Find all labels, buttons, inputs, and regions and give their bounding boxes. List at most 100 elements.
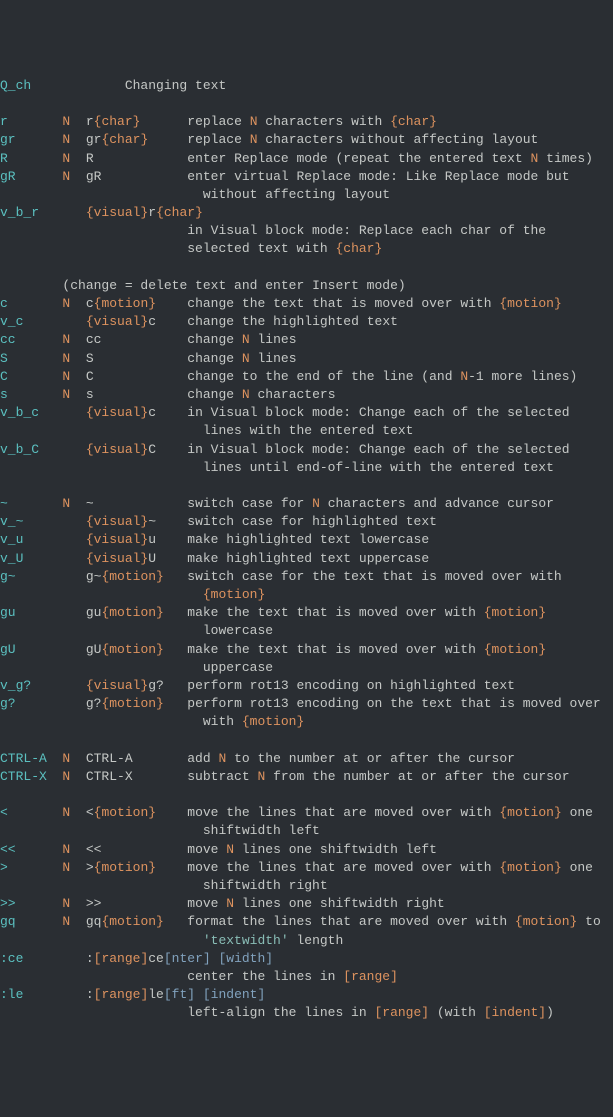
desc-text: lines one shiftwidth left xyxy=(234,842,437,857)
help-row: r N r{char} replace N characters with {c… xyxy=(0,113,613,131)
row-tag: v_b_r xyxy=(0,205,62,220)
help-row: >> N >> move N lines one shiftwidth righ… xyxy=(0,895,613,913)
row-count xyxy=(62,314,85,329)
cmd-text: gU xyxy=(86,642,102,657)
row-count xyxy=(62,678,85,693)
help-row: gr N gr{char} replace N characters witho… xyxy=(0,131,613,149)
desc-text: make highlighted text lowercase xyxy=(187,532,429,547)
cmd-text: >> xyxy=(86,896,102,911)
desc-text: with xyxy=(187,714,242,729)
cmd-text: {motion} xyxy=(94,860,156,875)
desc-text: move xyxy=(187,842,226,857)
desc-text: N xyxy=(242,351,250,366)
desc-text: N xyxy=(250,114,258,129)
cmd-text: {visual} xyxy=(86,514,148,529)
help-row: gq N gq{motion} format the lines that ar… xyxy=(0,913,613,931)
help-row: c N c{motion} change the text that is mo… xyxy=(0,295,613,313)
desc-text: lines one shiftwidth right xyxy=(234,896,445,911)
help-row: with {motion} xyxy=(0,713,613,731)
desc-text: lines until end-of-line with the entered… xyxy=(187,460,554,475)
cmd-text: {motion} xyxy=(101,696,163,711)
cmd-text: {motion} xyxy=(94,296,156,311)
desc-text: {motion} xyxy=(203,587,265,602)
cmd-text: ce xyxy=(148,951,164,966)
row-count: N xyxy=(62,860,85,875)
row-tag: v_U xyxy=(0,551,62,566)
row-count xyxy=(62,551,85,566)
help-row: v_~ {visual}~ switch case for highlighte… xyxy=(0,513,613,531)
row-count xyxy=(62,696,85,711)
cmd-text: {visual} xyxy=(86,551,148,566)
cmd-text: {motion} xyxy=(101,569,163,584)
cmd-text: CTRL-A xyxy=(86,751,133,766)
help-row: without affecting layout xyxy=(0,186,613,204)
row-count: N xyxy=(62,842,85,857)
cmd-text: r xyxy=(86,114,94,129)
help-row: s N s change N characters xyxy=(0,386,613,404)
help-row: gu gu{motion} make the text that is move… xyxy=(0,604,613,622)
cmd-text: < xyxy=(86,805,94,820)
cmd-text: : xyxy=(86,987,94,1002)
desc-text: switch case for the text that is moved o… xyxy=(187,569,561,584)
desc-text: one xyxy=(562,860,593,875)
desc-text: move the lines that are moved over with xyxy=(187,860,499,875)
cmd-text: ~ xyxy=(148,514,156,529)
cmd-text: [nter] [width] xyxy=(164,951,273,966)
help-row: CTRL-X N CTRL-X subtract N from the numb… xyxy=(0,768,613,786)
desc-text: characters xyxy=(250,387,336,402)
cmd-text: g? xyxy=(86,696,102,711)
desc-text: lines with the entered text xyxy=(187,423,413,438)
row-tag: gr xyxy=(0,132,62,147)
cmd-text: [range] xyxy=(94,951,149,966)
help-row: lines with the entered text xyxy=(0,422,613,440)
cmd-text: C xyxy=(86,369,94,384)
help-row: gU gU{motion} make the text that is move… xyxy=(0,641,613,659)
desc-text: in Visual block mode: Change each of the… xyxy=(187,405,569,420)
row-count: N xyxy=(62,114,85,129)
desc-text: characters and advance cursor xyxy=(320,496,554,511)
row-tag: < xyxy=(0,805,62,820)
desc-text: change the text that is moved over with xyxy=(187,296,499,311)
help-row: v_c {visual}c change the highlighted tex… xyxy=(0,313,613,331)
row-count xyxy=(62,951,85,966)
row-tag: CTRL-X xyxy=(0,769,62,784)
cmd-text: {visual} xyxy=(86,314,148,329)
row-tag: gu xyxy=(0,605,62,620)
cmd-text: g~ xyxy=(86,569,102,584)
desc-text: [range] xyxy=(343,969,398,984)
cmd-text: {char} xyxy=(101,132,148,147)
help-row: < N <{motion} move the lines that are mo… xyxy=(0,804,613,822)
desc-text: to xyxy=(577,914,600,929)
desc-text: move xyxy=(187,896,226,911)
cmd-text: > xyxy=(86,860,94,875)
cmd-text: {visual} xyxy=(86,205,148,220)
desc-text: N xyxy=(218,751,226,766)
row-tag: C xyxy=(0,369,62,384)
help-row: shiftwidth left xyxy=(0,822,613,840)
desc-text: {char} xyxy=(390,114,437,129)
help-row: shiftwidth right xyxy=(0,877,613,895)
help-row: v_u {visual}u make highlighted text lowe… xyxy=(0,531,613,549)
cmd-text: u xyxy=(148,532,156,547)
desc-text: N xyxy=(460,369,468,384)
desc-text: change to the end of the line (and xyxy=(187,369,460,384)
row-tag: gU xyxy=(0,642,62,657)
cmd-text: U xyxy=(148,551,156,566)
desc-text: format the lines that are moved over wit… xyxy=(187,914,515,929)
desc-text: without affecting layout xyxy=(187,187,390,202)
desc-text: in Visual block mode: Replace each char … xyxy=(187,223,546,238)
desc-text: {motion} xyxy=(499,805,561,820)
desc-text: characters with xyxy=(258,114,391,129)
help-row: R N R enter Replace mode (repeat the ent… xyxy=(0,150,613,168)
row-tag: > xyxy=(0,860,62,875)
desc-text: enter virtual Replace mode: Like Replace… xyxy=(187,169,569,184)
help-row: S N S change N lines xyxy=(0,350,613,368)
cmd-text: {motion} xyxy=(101,642,163,657)
desc-text: ) xyxy=(546,1005,554,1020)
row-count xyxy=(62,514,85,529)
row-tag: ~ xyxy=(0,496,62,511)
desc-text xyxy=(187,933,203,948)
row-count: N xyxy=(62,769,85,784)
row-tag: :le xyxy=(0,987,62,1002)
help-row: v_b_r {visual}r{char} xyxy=(0,204,613,222)
